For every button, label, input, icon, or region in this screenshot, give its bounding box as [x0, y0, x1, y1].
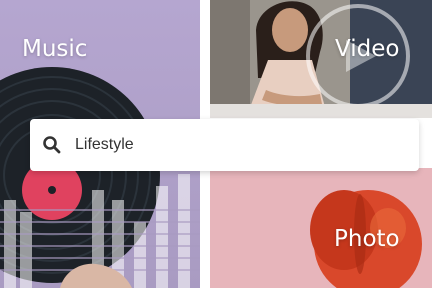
search-bar[interactable]: [30, 119, 419, 171]
search-icon[interactable]: [42, 135, 62, 155]
photo-label: Photo: [334, 226, 400, 252]
music-label: Music: [22, 36, 88, 62]
video-tile[interactable]: Video: [210, 0, 432, 118]
photo-tile[interactable]: Photo: [210, 168, 432, 288]
video-label: Video: [335, 36, 400, 62]
search-input[interactable]: [75, 132, 375, 158]
